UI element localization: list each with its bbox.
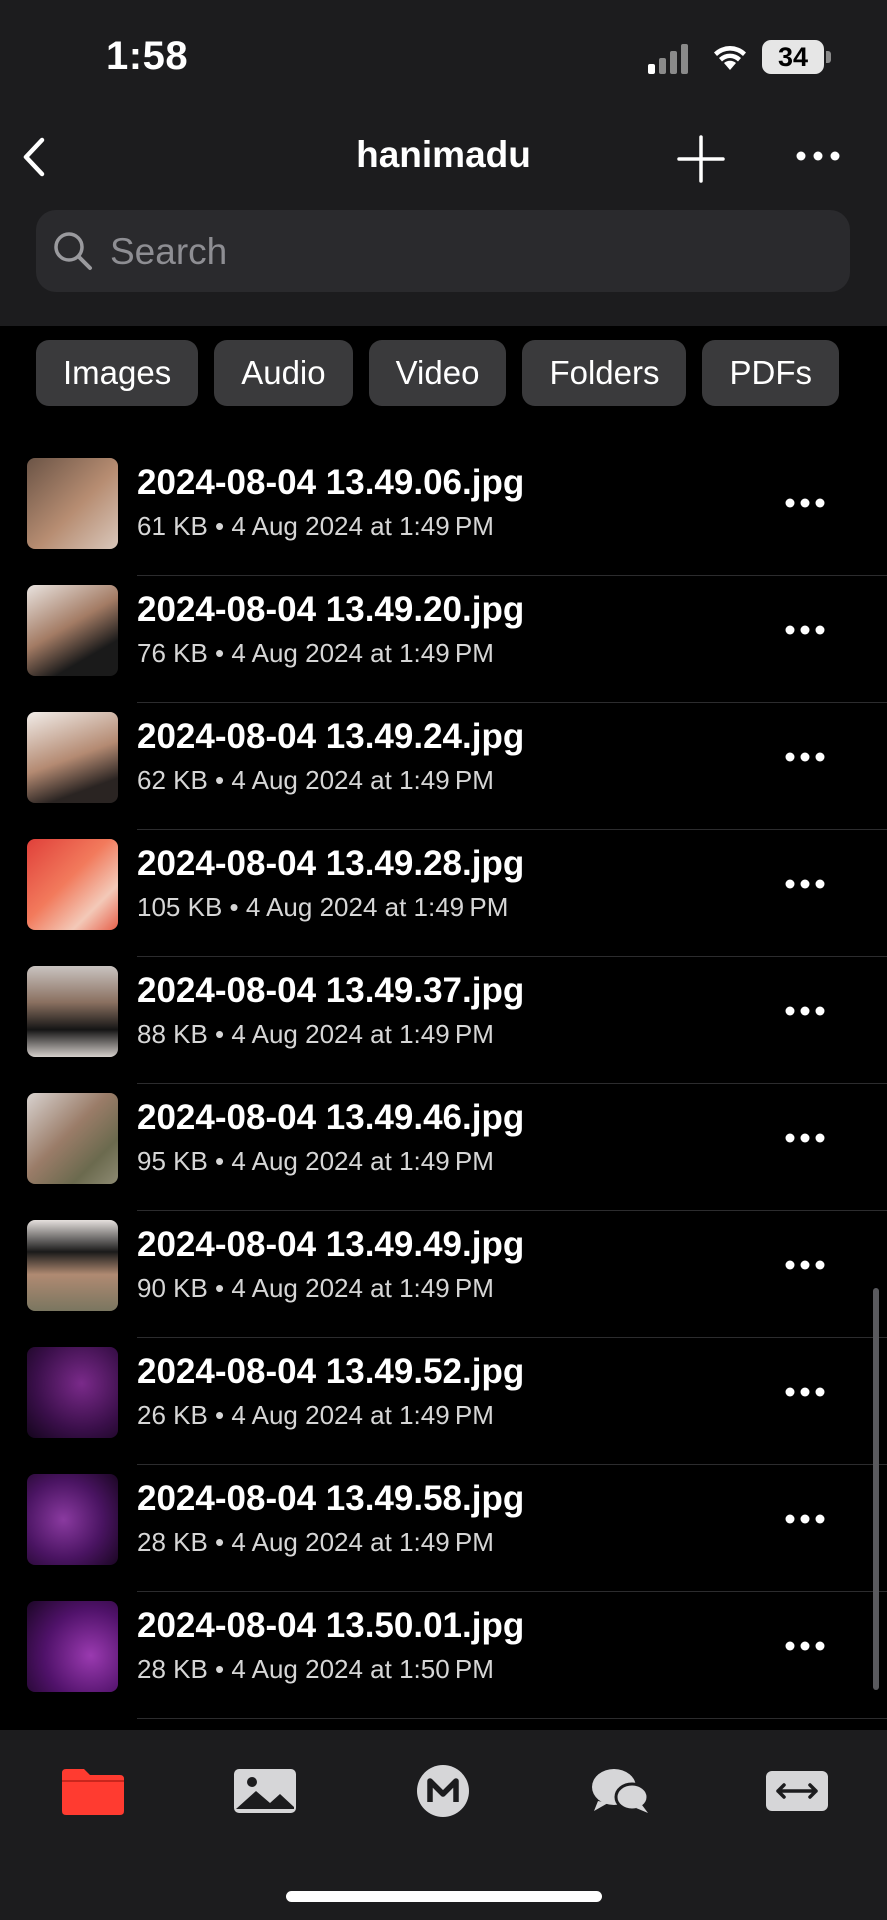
file-name: 2024-08-04 13.49.28.jpg bbox=[137, 844, 525, 883]
file-row[interactable]: 2024-08-04 13.49.58.jpg 28 KB • 4 Aug 20… bbox=[0, 1465, 887, 1592]
file-row[interactable]: 2024-08-04 13.49.49.jpg 90 KB • 4 Aug 20… bbox=[0, 1211, 887, 1338]
photo-icon[interactable] bbox=[230, 1763, 300, 1819]
file-meta: 62 KB • 4 Aug 2024 at 1:49 PM bbox=[137, 765, 494, 795]
file-name: 2024-08-04 13.49.52.jpg bbox=[137, 1352, 525, 1391]
row-more-icon[interactable] bbox=[784, 1131, 826, 1145]
file-meta: 88 KB • 4 Aug 2024 at 1:49 PM bbox=[137, 1019, 494, 1049]
row-divider bbox=[137, 1718, 887, 1719]
file-meta: 95 KB • 4 Aug 2024 at 1:49 PM bbox=[137, 1146, 494, 1176]
wifi-icon bbox=[714, 46, 746, 70]
file-row[interactable]: 2024-08-04 13.49.52.jpg 26 KB • 4 Aug 20… bbox=[0, 1338, 887, 1465]
file-meta: 61 KB • 4 Aug 2024 at 1:49 PM bbox=[137, 511, 494, 541]
row-more-icon[interactable] bbox=[784, 1385, 826, 1399]
file-name: 2024-08-04 13.49.49.jpg bbox=[137, 1225, 525, 1264]
row-more-icon[interactable] bbox=[784, 496, 826, 510]
filter-chip-images[interactable]: Images bbox=[36, 340, 199, 406]
file-row[interactable]: 2024-08-04 13.49.37.jpg 88 KB • 4 Aug 20… bbox=[0, 957, 887, 1084]
file-name: 2024-08-04 13.49.06.jpg bbox=[137, 463, 525, 502]
search-input[interactable] bbox=[108, 224, 812, 280]
filter-chip-pdfs[interactable]: PDFs bbox=[702, 340, 839, 406]
row-more-icon[interactable] bbox=[784, 1639, 826, 1653]
row-more-icon[interactable] bbox=[784, 750, 826, 764]
filter-chips: Images Audio Video Folders PDFs bbox=[36, 340, 850, 406]
more-options-icon[interactable] bbox=[796, 146, 840, 166]
folder-icon[interactable] bbox=[58, 1763, 128, 1819]
page-title: hanimadu bbox=[356, 134, 531, 175]
scroll-indicator[interactable] bbox=[873, 1288, 879, 1690]
file-meta: 76 KB • 4 Aug 2024 at 1:49 PM bbox=[137, 638, 494, 668]
file-row[interactable]: 2024-08-04 13.49.46.jpg 95 KB • 4 Aug 20… bbox=[0, 1084, 887, 1211]
file-list: 2024-08-04 13.49.06.jpg 61 KB • 4 Aug 20… bbox=[0, 449, 887, 1719]
file-row[interactable]: 2024-08-04 13.49.20.jpg 76 KB • 4 Aug 20… bbox=[0, 576, 887, 703]
m-logo-icon[interactable] bbox=[408, 1763, 478, 1819]
filter-chip-audio[interactable]: Audio bbox=[214, 340, 353, 406]
search-icon bbox=[54, 232, 92, 270]
file-thumbnail bbox=[27, 1474, 118, 1565]
home-indicator bbox=[286, 1891, 602, 1902]
file-row[interactable]: 2024-08-04 13.50.01.jpg 28 KB • 4 Aug 20… bbox=[0, 1592, 887, 1719]
status-time: 1:58 bbox=[106, 34, 189, 78]
transfer-icon[interactable] bbox=[762, 1763, 832, 1819]
file-thumbnail bbox=[27, 966, 118, 1057]
row-more-icon[interactable] bbox=[784, 623, 826, 637]
row-more-icon[interactable] bbox=[784, 1004, 826, 1018]
file-thumbnail bbox=[27, 712, 118, 803]
file-thumbnail bbox=[27, 1601, 118, 1692]
file-name: 2024-08-04 13.49.20.jpg bbox=[137, 590, 525, 629]
chat-bubbles-icon[interactable] bbox=[586, 1763, 656, 1819]
battery-indicator: 34 bbox=[762, 40, 824, 74]
cellular-signal-icon bbox=[648, 44, 688, 74]
add-plus-icon[interactable] bbox=[676, 134, 726, 184]
file-name: 2024-08-04 13.49.46.jpg bbox=[137, 1098, 525, 1137]
row-more-icon[interactable] bbox=[784, 1512, 826, 1526]
filter-chip-folders[interactable]: Folders bbox=[522, 340, 687, 406]
file-meta: 28 KB • 4 Aug 2024 at 1:50 PM bbox=[137, 1654, 494, 1684]
file-row[interactable]: 2024-08-04 13.49.28.jpg 105 KB • 4 Aug 2… bbox=[0, 830, 887, 957]
file-meta: 26 KB • 4 Aug 2024 at 1:49 PM bbox=[137, 1400, 494, 1430]
file-name: 2024-08-04 13.49.24.jpg bbox=[137, 717, 525, 756]
file-thumbnail bbox=[27, 1093, 118, 1184]
file-thumbnail bbox=[27, 585, 118, 676]
row-more-icon[interactable] bbox=[784, 877, 826, 891]
filter-chip-video[interactable]: Video bbox=[368, 340, 507, 406]
file-row[interactable]: 2024-08-04 13.49.24.jpg 62 KB • 4 Aug 20… bbox=[0, 703, 887, 830]
file-thumbnail bbox=[27, 1347, 118, 1438]
battery-cap bbox=[826, 51, 831, 63]
file-thumbnail bbox=[27, 839, 118, 930]
top-bar: 1:58 34 hanimadu bbox=[0, 0, 887, 326]
file-meta: 90 KB • 4 Aug 2024 at 1:49 PM bbox=[137, 1273, 494, 1303]
file-thumbnail bbox=[27, 458, 118, 549]
file-meta: 28 KB • 4 Aug 2024 at 1:49 PM bbox=[137, 1527, 494, 1557]
file-name: 2024-08-04 13.49.58.jpg bbox=[137, 1479, 525, 1518]
file-name: 2024-08-04 13.50.01.jpg bbox=[137, 1606, 525, 1645]
search-bar[interactable] bbox=[36, 210, 850, 292]
file-name: 2024-08-04 13.49.37.jpg bbox=[137, 971, 525, 1010]
file-row[interactable]: 2024-08-04 13.49.06.jpg 61 KB • 4 Aug 20… bbox=[0, 449, 887, 576]
file-thumbnail bbox=[27, 1220, 118, 1311]
row-more-icon[interactable] bbox=[784, 1258, 826, 1272]
file-meta: 105 KB • 4 Aug 2024 at 1:49 PM bbox=[137, 892, 509, 922]
